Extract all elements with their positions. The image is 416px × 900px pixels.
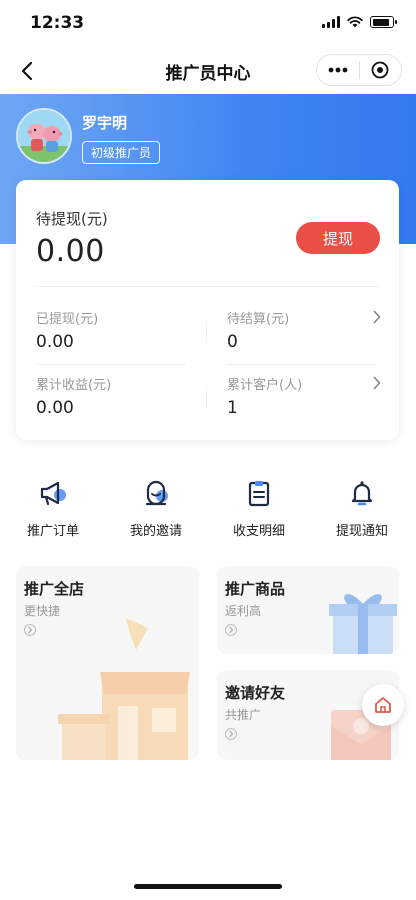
stat-value: 0.00 [36,398,74,418]
menu-income-expense-details[interactable]: 收支明细 [214,478,304,539]
more-button[interactable] [317,55,359,85]
stat-value: 0 [227,332,238,352]
clipboard-icon [244,478,274,508]
gift-box-illustration-icon [329,594,397,654]
stat-divider [206,388,207,408]
promo-subtitle: 返利高 [225,604,262,618]
arrow-right-icon [229,626,234,634]
pending-withdraw-label: 待提现(元) [36,210,108,228]
menu-label: 收支明细 [232,524,285,539]
pending-withdraw-amount: 0.00 [36,234,105,269]
menu-label: 推广订单 [26,524,79,539]
menu-label: 提现通知 [335,524,388,539]
target-circle-icon [371,61,389,79]
floating-home-button[interactable] [362,684,404,726]
arrow-right-icon [229,730,234,738]
clipboard-icon-svg [248,481,270,507]
promo-subtitle: 更快捷 [24,604,61,618]
promo-title: 推广全店 [24,580,85,598]
megaphone-icon-svg [40,481,66,506]
wallet-card: 待提现(元) 0.00 提现 已提现(元) 0.00 待结算(元) 0 累计收益… [16,180,399,440]
promo-title: 推广商品 [225,580,286,598]
stat-value: 1 [227,398,238,418]
home-indicator [134,884,282,889]
promo-subtitle: 共推广 [225,708,262,722]
menu-label: 我的邀请 [129,524,182,539]
stat-pending-settlement[interactable]: 待结算(元) 0 [227,308,381,364]
more-dots-icon [328,67,348,73]
menu-my-invitations[interactable]: 我的邀请 [111,478,201,539]
stat-total-earnings: 累计收益(元) 0.00 [36,374,186,430]
chevron-right-icon [373,376,381,390]
bell-icon-svg [351,481,373,506]
card-divider [36,286,379,287]
storefront-illustration-icon [58,618,190,760]
stat-divider [206,322,207,342]
withdraw-button[interactable]: 提现 [296,222,380,254]
avatar[interactable] [16,108,72,164]
circle-arrow-icon [225,624,237,636]
stat-withdrawn: 已提现(元) 0.00 [36,308,186,364]
stat-label: 累计客户(人) [227,378,303,393]
home-icon [375,697,391,713]
promo-card-store[interactable]: 推广全店 更快捷 [16,566,199,760]
bell-icon [347,478,377,508]
user-badge-icon-svg [145,480,168,506]
user-name: 罗宇明 [82,114,128,132]
battery-icon [370,16,397,28]
chevron-right-icon [373,310,381,324]
user-badge-icon [141,478,171,508]
close-mini-program-button[interactable] [360,55,402,85]
megaphone-icon [38,478,68,508]
menu-withdraw-notifications[interactable]: 提现通知 [317,478,407,539]
status-bar: 12:33 [0,0,416,48]
stat-label: 已提现(元) [36,312,99,327]
promoter-center-page: 12:33 推广员中心 罗宇明 初级推广员 待提现(元) 0.00 提现 已提现… [0,0,416,900]
stat-value: 0.00 [36,332,74,352]
level-badge: 初级推广员 [82,141,161,164]
circle-arrow-icon [24,624,36,636]
cellular-signal-icon [322,16,340,28]
cartoon-pig-avatar-icon [18,110,70,162]
status-icons [322,16,397,28]
mini-program-capsule [316,54,402,86]
menu-promotion-orders[interactable]: 推广订单 [8,478,98,539]
circle-arrow-icon [225,728,237,740]
navigation-bar: 推广员中心 [0,48,416,94]
wifi-icon [347,16,363,28]
promo-title: 邀请好友 [225,684,286,702]
stat-total-customers[interactable]: 累计客户(人) 1 [227,374,381,430]
stat-label: 待结算(元) [227,312,290,327]
stat-row-divider [227,364,377,365]
promo-card-goods[interactable]: 推广商品 返利高 [217,566,399,654]
stat-row-divider [36,364,186,365]
status-time: 12:33 [30,13,85,33]
arrow-right-icon [28,626,33,634]
stat-label: 累计收益(元) [36,378,112,393]
